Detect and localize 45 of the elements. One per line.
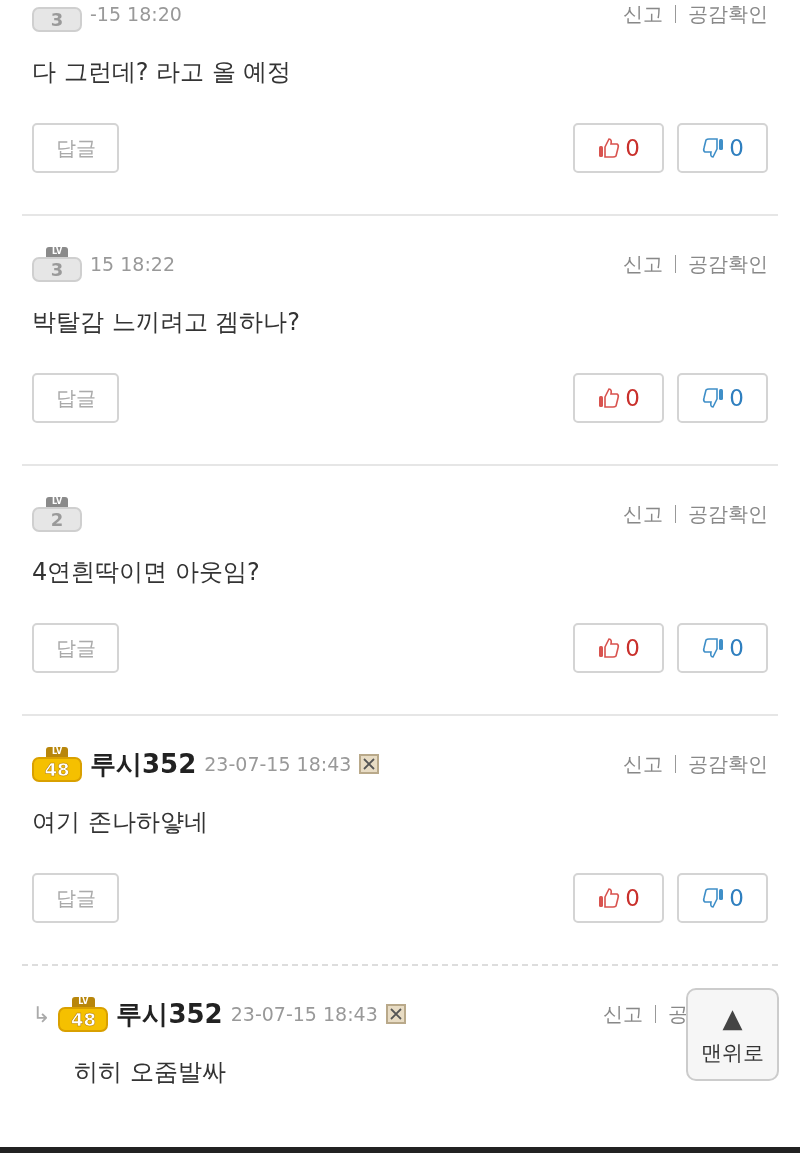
- like-button[interactable]: 0: [573, 873, 664, 923]
- report-link[interactable]: 신고: [623, 500, 663, 528]
- thumbs-down-icon: [701, 136, 726, 160]
- dislike-button[interactable]: 0: [677, 123, 768, 173]
- comment-date: 23-07-15 18:43: [204, 753, 352, 775]
- empathy-link[interactable]: 공: [668, 1000, 688, 1028]
- reply-button[interactable]: 답글: [32, 623, 119, 673]
- empathy-link[interactable]: 공감확인: [688, 750, 768, 778]
- dislike-button[interactable]: 0: [677, 623, 768, 673]
- thumbs-down-icon: [701, 886, 726, 910]
- thumbs-down-icon: [701, 386, 726, 410]
- comment-date: 23-07-15 18:43: [230, 1003, 378, 1025]
- dislike-button[interactable]: 0: [677, 873, 768, 923]
- thumbs-up-icon: [597, 886, 622, 910]
- comment-text: 박탈감 느끼려고 겜하나?: [32, 307, 301, 338]
- reply-button[interactable]: 답글: [32, 123, 119, 173]
- comment-text: 히히 오줌발싸: [73, 1057, 227, 1088]
- like-button[interactable]: 0: [573, 123, 664, 173]
- comment-text: 여기 존나하얗네: [32, 807, 209, 838]
- empathy-link[interactable]: 공감확인: [688, 0, 768, 28]
- back-to-top-button[interactable]: ▲ 맨위로: [686, 988, 779, 1081]
- like-button[interactable]: 0: [573, 623, 664, 673]
- thumbs-down-icon: [701, 636, 726, 660]
- broken-image-icon: [385, 1004, 406, 1024]
- thumbs-up-icon: [597, 386, 622, 410]
- comment-text: 4연흰딱이면 아웃임?: [32, 557, 261, 588]
- reply-arrow: ↳: [32, 1001, 51, 1027]
- comment-date: -15 18:20: [90, 3, 182, 25]
- thumbs-up-icon: [597, 136, 622, 160]
- report-link[interactable]: 신고: [623, 0, 663, 28]
- comment-text: 다 그런데? 라고 올 예정: [32, 57, 293, 88]
- report-link[interactable]: 신고: [623, 750, 663, 778]
- username: 루시352: [90, 747, 197, 781]
- empathy-link[interactable]: 공감확인: [688, 500, 768, 528]
- comment-date: 15 18:22: [90, 253, 175, 275]
- empathy-link[interactable]: 공감확인: [688, 250, 768, 278]
- thumbs-up-icon: [597, 636, 622, 660]
- like-button[interactable]: 0: [573, 373, 664, 423]
- username: 루시352: [116, 997, 223, 1031]
- dislike-button[interactable]: 0: [677, 373, 768, 423]
- report-link[interactable]: 신고: [603, 1000, 643, 1028]
- report-link[interactable]: 신고: [623, 250, 663, 278]
- broken-image-icon: [359, 754, 380, 774]
- reply-button[interactable]: 답글: [32, 373, 119, 423]
- reply-button[interactable]: 답글: [32, 873, 119, 923]
